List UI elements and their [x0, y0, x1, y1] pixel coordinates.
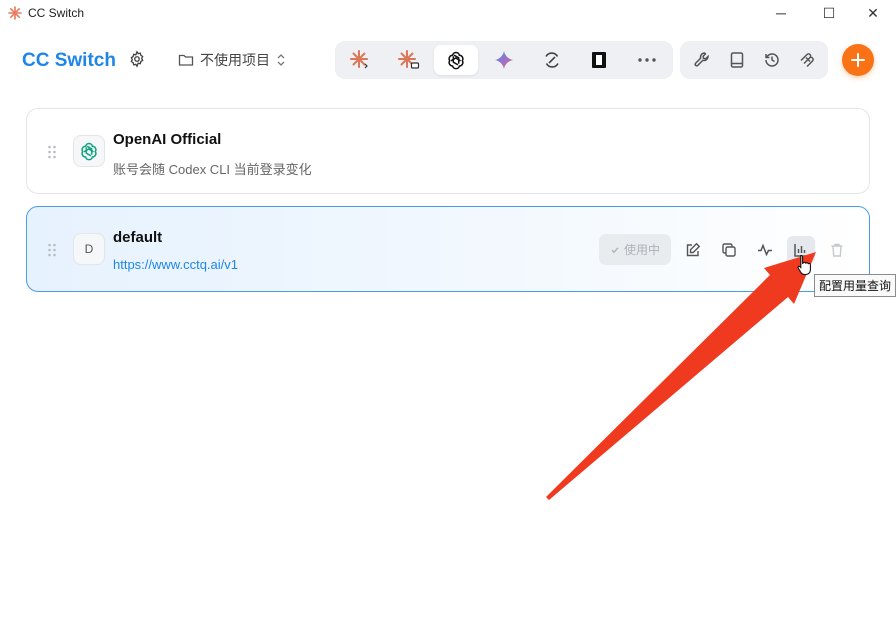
in-use-button[interactable]: 使用中	[599, 234, 671, 265]
mcp-button[interactable]	[789, 45, 824, 75]
provider-card-openai-official[interactable]: OpenAI Official 账号会随 Codex CLI 当前登录变化	[26, 108, 870, 194]
project-selector[interactable]: 不使用项目	[178, 50, 286, 70]
drag-handle-icon[interactable]	[47, 243, 57, 257]
provider-name: default	[113, 229, 163, 246]
tab-gemini[interactable]	[482, 45, 526, 75]
plus-icon	[851, 53, 865, 67]
duplicate-button[interactable]	[715, 236, 743, 264]
tab-sync[interactable]	[530, 45, 574, 75]
tools-button[interactable]	[684, 45, 719, 75]
book-icon	[730, 52, 743, 68]
minimize-icon: ─	[776, 5, 786, 21]
more-icon	[638, 58, 656, 62]
provider-subtitle: 账号会随 Codex CLI 当前登录变化	[113, 162, 312, 177]
tab-claude-code[interactable]	[339, 45, 383, 75]
header: CC Switch 不使用项目	[0, 26, 896, 96]
claude-desktop-icon	[397, 50, 419, 69]
close-button[interactable]: ✕	[850, 0, 896, 26]
gemini-icon	[495, 51, 514, 69]
claude-code-icon	[349, 50, 368, 69]
edit-button[interactable]	[679, 236, 707, 264]
minimize-button[interactable]: ─	[758, 0, 804, 26]
drag-handle-icon[interactable]	[47, 145, 57, 159]
title-bar: CC Switch ─ ☐ ✕	[0, 0, 896, 26]
speed-test-button[interactable]	[751, 236, 779, 264]
history-icon	[764, 53, 779, 67]
provider-avatar: D	[73, 233, 105, 265]
project-label: 不使用项目	[200, 52, 270, 68]
settings-gear-icon[interactable]	[128, 50, 146, 68]
provider-url-link[interactable]: https://www.cctq.ai/v1	[113, 257, 238, 272]
provider-logo	[73, 135, 105, 167]
terminal-icon	[592, 52, 607, 68]
activity-icon	[758, 243, 772, 257]
openai-icon	[81, 142, 97, 161]
app-logo-icon	[8, 6, 22, 20]
usage-query-button[interactable]	[787, 236, 815, 264]
in-use-label: 使用中	[623, 243, 660, 257]
maximize-button[interactable]: ☐	[806, 0, 852, 26]
edit-icon	[686, 242, 701, 257]
close-icon: ✕	[867, 4, 879, 21]
app-tabs	[335, 41, 673, 79]
history-button[interactable]	[754, 45, 789, 75]
provider-name: OpenAI Official	[113, 131, 222, 148]
check-icon	[611, 246, 619, 253]
brand-title[interactable]: CC Switch	[22, 50, 116, 72]
wrench-icon	[693, 52, 709, 67]
tab-more[interactable]	[625, 45, 669, 75]
docs-button[interactable]	[719, 45, 754, 75]
bar-chart-icon	[794, 244, 807, 257]
tab-claude-desktop[interactable]	[387, 45, 431, 75]
openai-icon	[448, 51, 464, 70]
copy-icon	[722, 243, 736, 257]
window-title: CC Switch	[28, 6, 85, 20]
sync-icon	[545, 52, 559, 68]
add-provider-button[interactable]	[842, 44, 874, 76]
toolbar	[680, 41, 828, 79]
trash-icon	[831, 243, 843, 257]
provider-card-default[interactable]: D default https://www.cctq.ai/v1 使用中	[26, 206, 870, 292]
tab-terminal[interactable]	[578, 45, 622, 75]
delete-button[interactable]	[823, 236, 851, 264]
folder-icon	[178, 54, 194, 66]
maximize-icon: ☐	[822, 4, 836, 21]
tab-codex[interactable]	[434, 45, 479, 75]
usage-query-tooltip: 配置用量查询	[814, 274, 896, 297]
mcp-icon	[799, 53, 814, 68]
chevron-up-down-icon	[277, 54, 285, 66]
